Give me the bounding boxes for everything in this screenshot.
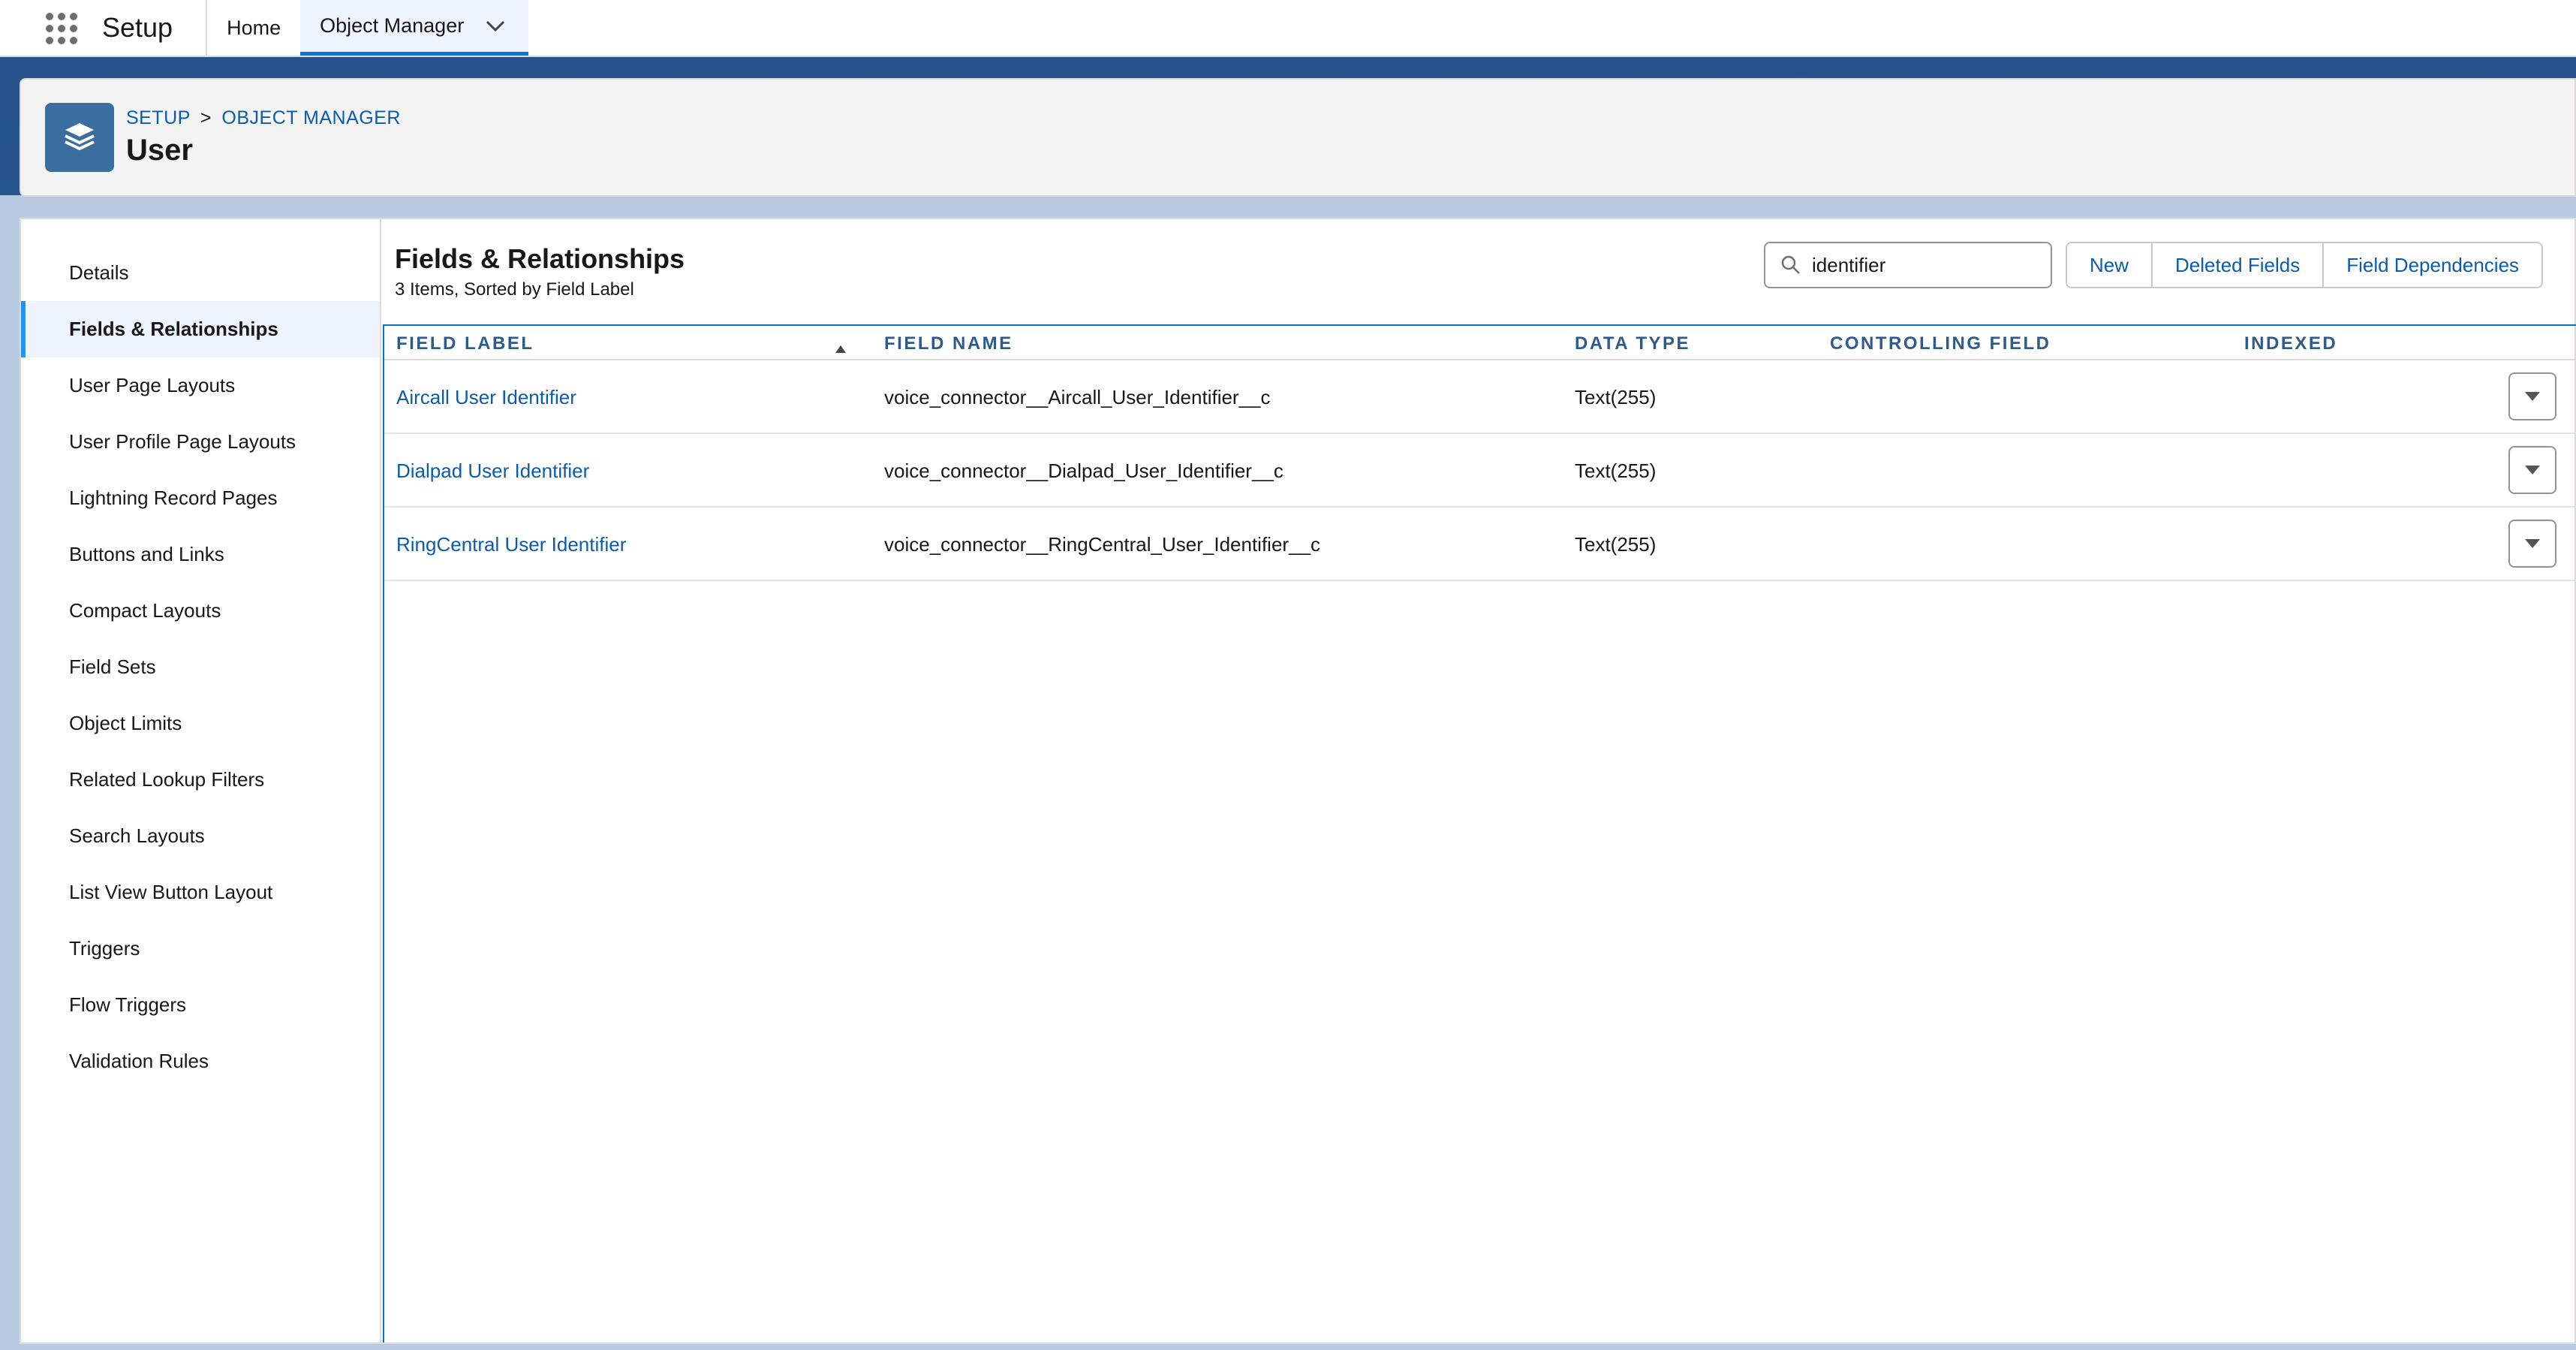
- action-button-group: New Deleted Fields Field Dependencies: [2066, 242, 2544, 288]
- sidebar-item-search-layouts[interactable]: Search Layouts: [21, 808, 380, 864]
- new-button[interactable]: New: [2067, 243, 2153, 287]
- page-title: User: [126, 134, 193, 167]
- table-row: Dialpad User Identifier voice_connector_…: [384, 434, 2576, 508]
- table-row: RingCentral User Identifier voice_connec…: [384, 508, 2576, 581]
- field-api-name: voice_connector__Aircall_User_Identifier…: [884, 386, 1271, 408]
- row-actions-button[interactable]: [2508, 372, 2556, 420]
- column-header-data-type[interactable]: DATA TYPE: [1575, 333, 1690, 354]
- sidebar-item-user-profile-page-layouts[interactable]: User Profile Page Layouts: [21, 414, 380, 470]
- section-title: Fields & Relationships: [395, 243, 685, 274]
- search-icon: [1780, 255, 1801, 276]
- breadcrumb-separator: >: [200, 107, 212, 128]
- sidebar-item-details[interactable]: Details: [21, 245, 380, 301]
- table-header: FIELD LABEL FIELD NAME DATA TYPE CONTROL…: [384, 326, 2576, 360]
- field-label-link[interactable]: Aircall User Identifier: [396, 386, 576, 409]
- deleted-fields-button[interactable]: Deleted Fields: [2153, 243, 2325, 287]
- caret-down-icon: [2525, 392, 2540, 401]
- sidebar-item-triggers[interactable]: Triggers: [21, 921, 380, 977]
- fields-table: FIELD LABEL FIELD NAME DATA TYPE CONTROL…: [383, 324, 2576, 1342]
- row-actions-button[interactable]: [2508, 446, 2556, 494]
- column-header-field-label[interactable]: FIELD LABEL: [396, 333, 534, 354]
- sort-ascending-icon[interactable]: [835, 338, 847, 353]
- object-header: SETUP > OBJECT MANAGER User: [20, 78, 2576, 197]
- nav-tab-object-manager[interactable]: Object Manager: [300, 0, 529, 56]
- column-header-indexed[interactable]: INDEXED: [2244, 333, 2337, 354]
- main-panel: Fields & Relationships 3 Items, Sorted b…: [383, 219, 2576, 1342]
- search-input[interactable]: [1812, 253, 2037, 277]
- sidebar-item-validation-rules[interactable]: Validation Rules: [21, 1033, 380, 1089]
- column-header-controlling-field[interactable]: CONTROLLING FIELD: [1830, 333, 2051, 354]
- field-api-name: voice_connector__Dialpad_User_Identifier…: [884, 460, 1283, 482]
- waffle-icon: [46, 13, 77, 44]
- app-name: Setup: [92, 0, 208, 56]
- content-panel: Details Fields & Relationships User Page…: [20, 218, 2576, 1344]
- sidebar-item-fields-relationships[interactable]: Fields & Relationships: [21, 301, 380, 357]
- app-launcher-button[interactable]: [32, 0, 92, 57]
- global-header: Setup Home Object Manager: [0, 0, 2576, 57]
- layers-icon: [45, 103, 114, 172]
- quick-find-search[interactable]: [1764, 242, 2052, 288]
- sidebar-item-field-sets[interactable]: Field Sets: [21, 639, 380, 695]
- field-data-type: Text(255): [1575, 533, 1657, 556]
- sidebar-item-lightning-record-pages[interactable]: Lightning Record Pages: [21, 470, 380, 526]
- chevron-down-icon[interactable]: [485, 16, 506, 37]
- column-header-field-name[interactable]: FIELD NAME: [884, 333, 1013, 354]
- sidebar-item-user-page-layouts[interactable]: User Page Layouts: [21, 357, 380, 414]
- sidebar-item-object-limits[interactable]: Object Limits: [21, 695, 380, 752]
- sidebar-item-buttons-links[interactable]: Buttons and Links: [21, 526, 380, 583]
- sidebar-item-compact-layouts[interactable]: Compact Layouts: [21, 583, 380, 639]
- field-data-type: Text(255): [1575, 386, 1657, 408]
- field-api-name: voice_connector__RingCentral_User_Identi…: [884, 533, 1321, 556]
- table-row: Aircall User Identifier voice_connector_…: [384, 360, 2576, 434]
- field-dependencies-button[interactable]: Field Dependencies: [2324, 243, 2542, 287]
- breadcrumb: SETUP > OBJECT MANAGER: [126, 107, 401, 129]
- nav-tab-home-label: Home: [227, 16, 281, 39]
- sidebar-item-list-view-button-layout[interactable]: List View Button Layout: [21, 864, 380, 921]
- field-label-link[interactable]: Dialpad User Identifier: [396, 460, 589, 483]
- sidebar-item-flow-triggers[interactable]: Flow Triggers: [21, 977, 380, 1033]
- breadcrumb-setup-link[interactable]: SETUP: [126, 107, 190, 128]
- sidebar-item-related-lookup-filters[interactable]: Related Lookup Filters: [21, 752, 380, 808]
- nav-tab-object-manager-label: Object Manager: [320, 14, 465, 37]
- nav-tab-home[interactable]: Home: [207, 0, 300, 56]
- list-header: Fields & Relationships 3 Items, Sorted b…: [383, 219, 2576, 324]
- caret-down-icon: [2525, 466, 2540, 475]
- caret-down-icon: [2525, 539, 2540, 548]
- field-label-link[interactable]: RingCentral User Identifier: [396, 533, 626, 556]
- field-data-type: Text(255): [1575, 460, 1657, 482]
- item-count: 3 Items, Sorted by Field Label: [395, 279, 634, 300]
- sidebar: Details Fields & Relationships User Page…: [21, 219, 381, 1342]
- row-actions-button[interactable]: [2508, 520, 2556, 568]
- breadcrumb-object-manager-link[interactable]: OBJECT MANAGER: [221, 107, 401, 128]
